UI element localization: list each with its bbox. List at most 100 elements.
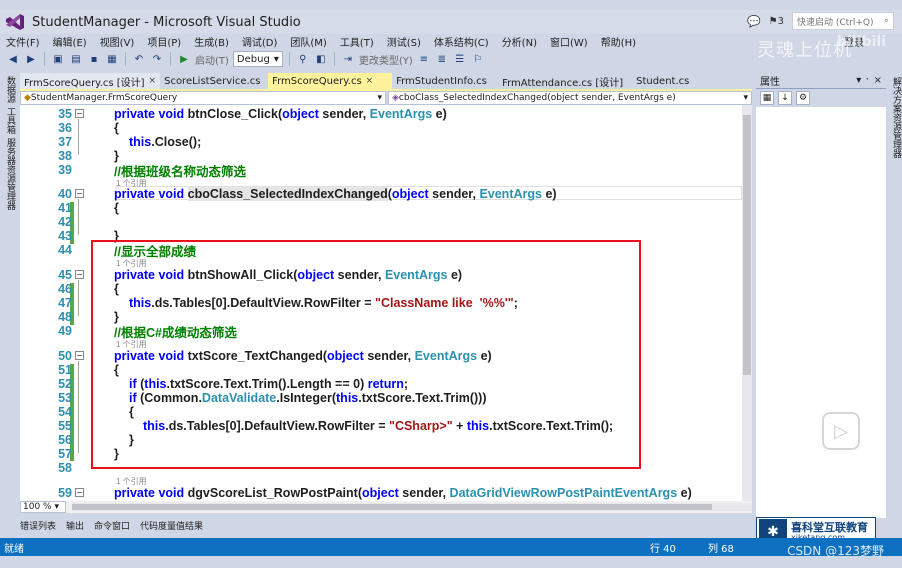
menu-test[interactable]: 测试(S) (387, 34, 421, 49)
bookmark-icon[interactable]: ⚐ (471, 52, 485, 66)
toolbox-tab[interactable]: 工具箱 (4, 107, 17, 134)
properties-grid (756, 109, 886, 499)
start-icon[interactable]: ▶ (177, 52, 191, 66)
class-icon: ◆ (24, 93, 31, 103)
step-icon[interactable]: ⇥ (341, 52, 355, 66)
breakpoint-icon[interactable]: ◧ (314, 52, 328, 66)
member-dropdown[interactable]: ◈ cboClass_SelectedIndexChanged(object s… (388, 91, 752, 105)
collapse-icon[interactable]: − (75, 488, 84, 497)
panel-controls[interactable]: ▾ ᛫ × (856, 75, 882, 86)
menu-project[interactable]: 项目(P) (147, 34, 181, 49)
start-label[interactable]: 启动(T) (195, 52, 229, 67)
property-pages-icon[interactable]: ⚙ (796, 91, 810, 105)
categorized-icon[interactable]: ▦ (760, 91, 774, 105)
close-icon[interactable]: × (366, 76, 374, 86)
code-line-52: 52 if (this.txtScore.Text.Trim().Length =… (58, 377, 409, 391)
code-line-59: 59 private void dgvScoreList_RowPostPaint… (58, 486, 692, 500)
reference-count[interactable]: 1 个引用 (116, 339, 147, 349)
tab-frmscorequery-design[interactable]: FrmScoreQuery.cs [设计] × (20, 73, 161, 89)
menu-debug[interactable]: 调试(D) (242, 34, 278, 49)
scrollbar-thumb[interactable] (743, 115, 751, 375)
notifications-badge[interactable]: ⚑3 (769, 16, 784, 27)
comment-icon[interactable]: ≣ (435, 52, 449, 66)
properties-header: 属性 ▾ ᛫ × (756, 73, 886, 89)
status-column: 列 68 (708, 543, 734, 555)
collapse-icon[interactable]: − (75, 109, 84, 118)
code-line-39: 39//根据班级名称动态筛选 (58, 163, 246, 179)
outline-line (78, 361, 79, 453)
code-editor[interactable]: 35 private void btnClose_Click(object sen… (20, 105, 742, 501)
format-icon[interactable]: ≡ (417, 52, 431, 66)
tab-scorelistservice[interactable]: ScoreListService.cs (160, 73, 268, 89)
collapse-icon[interactable]: − (75, 351, 84, 360)
tab-command-window[interactable]: 命令窗口 (94, 519, 130, 532)
undo-icon[interactable]: ↶ (132, 52, 146, 66)
tab-student[interactable]: Student.cs (632, 73, 702, 89)
save-all-icon[interactable]: ▦ (105, 52, 119, 66)
data-sources-tab[interactable]: 数据源 (4, 76, 17, 103)
find-icon[interactable]: ⚲ (296, 52, 310, 66)
menu-tools[interactable]: 工具(T) (340, 34, 374, 49)
scrollbar-thumb[interactable] (72, 504, 712, 510)
collapse-icon[interactable]: − (75, 270, 84, 279)
code-line-50: 50 private void txtScore_TextChanged(obje… (58, 349, 492, 363)
csdn-watermark: CSDN @123梦野 (787, 544, 884, 558)
menu-analyze[interactable]: 分析(N) (502, 34, 537, 49)
menu-edit[interactable]: 编辑(E) (53, 34, 87, 49)
tab-frmstudentinfo[interactable]: FrmStudentInfo.cs (392, 73, 498, 89)
right-tool-strip: 解决方案资源管理器 (886, 73, 902, 513)
quick-launch-input[interactable]: 快速启动 (Ctrl+Q) ⌕ (792, 12, 894, 30)
chevron-down-icon: ▾ (377, 93, 382, 103)
collapse-icon[interactable]: − (75, 189, 84, 198)
toolbar-separator (288, 52, 290, 66)
toolbar-separator (125, 52, 126, 66)
play-icon[interactable]: ▷ (822, 412, 860, 450)
tab-frmscorequery[interactable]: FrmScoreQuery.cs × (268, 73, 393, 89)
tab-code-metrics[interactable]: 代码度量值结果 (140, 519, 203, 532)
document-tabs: FrmScoreQuery.cs [设计] × ScoreListService.… (20, 73, 752, 89)
tab-frmattendance-design[interactable]: FrmAttendance.cs [设计] (498, 73, 632, 89)
status-ready: 就绪 (4, 543, 24, 555)
code-line-40: 40 private void cboClass_SelectedIndexCha… (58, 187, 557, 201)
reference-count[interactable]: 1 个引用 (116, 476, 147, 486)
menu-help[interactable]: 帮助(H) (601, 34, 636, 49)
properties-panel: 属性 ▾ ᛫ × ▦ ↓ ⚙ (756, 73, 886, 518)
forward-icon[interactable]: ▶ (24, 52, 38, 66)
redo-icon[interactable]: ↷ (150, 52, 164, 66)
configuration-dropdown[interactable]: Debug ▾ (232, 51, 283, 67)
server-explorer-tab[interactable]: 服务器资源管理器 (4, 138, 17, 210)
status-line: 行 40 (650, 543, 676, 555)
uncomment-icon[interactable]: ☰ (453, 52, 467, 66)
feedback-icon[interactable]: 💬 (747, 15, 761, 28)
menu-build[interactable]: 生成(B) (194, 34, 229, 49)
code-line-45: 45 private void btnShowAll_Click(object s… (58, 268, 463, 282)
save-icon[interactable]: ▪ (87, 52, 101, 66)
close-icon[interactable]: × (149, 76, 157, 86)
tab-output[interactable]: 输出 (66, 519, 84, 532)
code-line-42: 42 (58, 215, 72, 229)
horizontal-scrollbar[interactable] (72, 503, 752, 511)
vertical-scrollbar[interactable] (742, 105, 752, 501)
menu-architecture[interactable]: 体系结构(C) (434, 34, 489, 49)
code-line-47: 47 this.ds.Tables[0].DefaultView.RowFilte… (58, 296, 518, 310)
search-icon: ⌕ (883, 16, 889, 26)
tab-error-list[interactable]: 错误列表 (20, 519, 56, 532)
title-bar-right: 💬 ⚑3 快速启动 (Ctrl+Q) ⌕ (747, 12, 894, 30)
alphabetical-icon[interactable]: ↓ (778, 91, 792, 105)
reference-count[interactable]: 1 个引用 (116, 258, 147, 268)
new-project-icon[interactable]: ▣ (51, 52, 65, 66)
class-dropdown[interactable]: ◆ StudentManager.FrmScoreQuery ▾ (20, 91, 386, 105)
solution-explorer-tab[interactable]: 解决方案资源管理器 (890, 77, 902, 158)
standard-toolbar: ◀ ▶ ▣ ▤ ▪ ▦ ↶ ↷ ▶ 启动(T) Debug ▾ ⚲ ◧ ⇥ 更改类… (0, 49, 740, 69)
menu-file[interactable]: 文件(F) (6, 34, 40, 49)
code-line-53: 53 if (Common.DataValidate.IsInteger(this… (58, 391, 487, 405)
open-file-icon[interactable]: ▤ (69, 52, 83, 66)
menu-window[interactable]: 窗口(W) (550, 34, 588, 49)
editor-footer: 100 % ▾ (20, 501, 752, 513)
back-icon[interactable]: ◀ (6, 52, 20, 66)
change-type-label[interactable]: 更改类型(Y) (359, 52, 413, 67)
menu-team[interactable]: 团队(M) (290, 34, 326, 49)
code-line-36: 36{ (58, 121, 119, 135)
zoom-dropdown[interactable]: 100 % ▾ (20, 501, 66, 513)
menu-view[interactable]: 视图(V) (100, 34, 135, 49)
